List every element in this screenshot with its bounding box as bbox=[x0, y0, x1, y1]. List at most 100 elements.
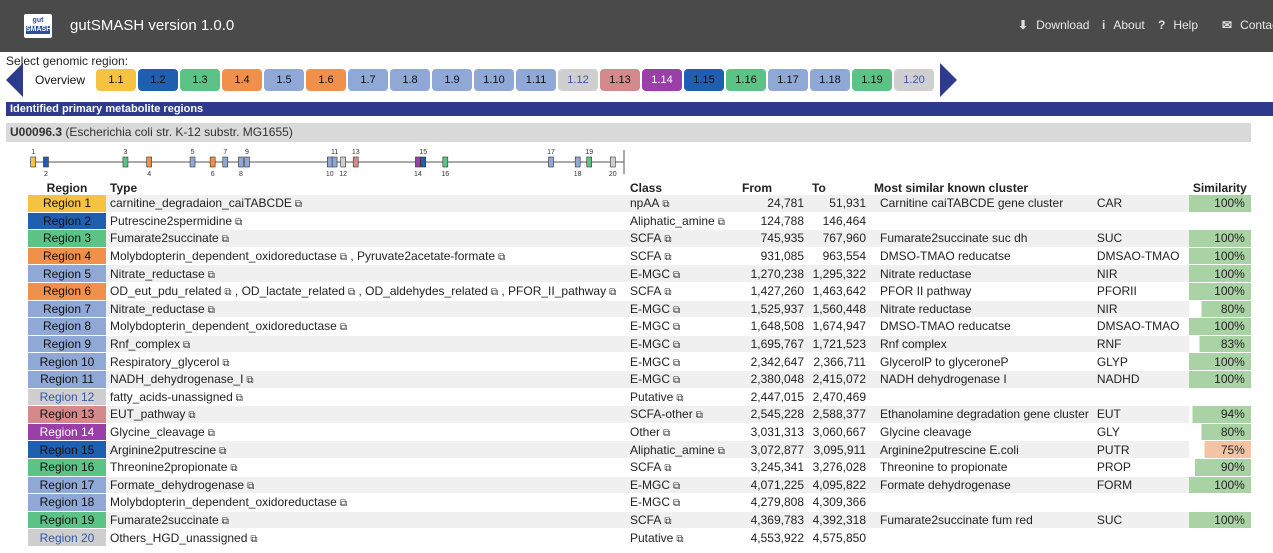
region-label[interactable]: Region 12 bbox=[28, 388, 106, 407]
table-row[interactable]: Region 4 Molybdopterin_dependent_oxidored… bbox=[28, 247, 1251, 266]
region-button-3[interactable]: 1.3 bbox=[180, 69, 221, 91]
type-link[interactable]: Fumarate2succinate bbox=[110, 231, 219, 245]
region-button-15[interactable]: 1.15 bbox=[684, 69, 725, 91]
external-link-icon[interactable]: ⧉ bbox=[183, 340, 190, 351]
external-link-icon[interactable]: ⧉ bbox=[609, 287, 616, 298]
external-link-icon[interactable]: ⧉ bbox=[224, 287, 231, 298]
about-link[interactable]: i About bbox=[1102, 18, 1145, 32]
external-link-icon[interactable]: ⧉ bbox=[340, 322, 347, 333]
external-link-icon[interactable]: ⧉ bbox=[673, 340, 680, 351]
type-link[interactable]: Nitrate_reductase bbox=[110, 267, 205, 281]
table-row[interactable]: Region 17 Formate_dehydrogenase ⧉ E-MGC ⧉ 4,0… bbox=[28, 476, 1251, 495]
table-row[interactable]: Region 19 Fumarate2succinate ⧉ SCFA ⧉ 4,369,7… bbox=[28, 511, 1251, 530]
region-label[interactable]: Region 4 bbox=[28, 247, 106, 266]
table-row[interactable]: Region 18 Molybdopterin_dependent_oxidore… bbox=[28, 494, 1251, 512]
external-link-icon[interactable]: ⧉ bbox=[250, 534, 257, 545]
table-row[interactable]: Region 7 Nitrate_reductase ⧉ E-MGC ⧉ 1,525,93… bbox=[28, 300, 1251, 319]
external-link-icon[interactable]: ⧉ bbox=[208, 428, 215, 439]
type-link[interactable]: Formate_dehydrogenase bbox=[110, 478, 244, 492]
overview-region-marker-19[interactable] bbox=[586, 156, 593, 168]
region-button-14[interactable]: 1.14 bbox=[642, 69, 683, 91]
overview-region-marker-17[interactable] bbox=[548, 156, 554, 168]
type-link[interactable]: Fumarate2succinate bbox=[110, 513, 219, 527]
external-link-icon[interactable]: ⧉ bbox=[696, 410, 703, 421]
region-button-18[interactable]: 1.18 bbox=[810, 69, 851, 91]
overview-region-marker-4[interactable] bbox=[146, 156, 152, 168]
region-label[interactable]: Region 16 bbox=[28, 458, 106, 477]
overview-region-marker-11[interactable] bbox=[331, 156, 338, 168]
external-link-icon[interactable]: ⧉ bbox=[676, 393, 683, 404]
class-link[interactable]: E-MGC bbox=[630, 495, 670, 509]
overview-region-marker-15[interactable] bbox=[420, 156, 427, 168]
overview-region-marker-5[interactable] bbox=[189, 156, 196, 168]
class-link[interactable]: SCFA bbox=[630, 249, 661, 263]
app-logo[interactable]: gut SMASH bbox=[24, 14, 52, 38]
external-link-icon[interactable]: ⧉ bbox=[676, 534, 683, 545]
type-link[interactable]: Threonine2propionate bbox=[110, 460, 227, 474]
overview-region-marker-14[interactable] bbox=[415, 156, 421, 168]
region-button-20[interactable]: 1.20 bbox=[894, 69, 935, 91]
region-label[interactable]: Region 6 bbox=[28, 282, 106, 301]
external-link-icon[interactable]: ⧉ bbox=[230, 463, 237, 474]
external-link-icon[interactable]: ⧉ bbox=[673, 375, 680, 386]
overview-region-marker-12[interactable] bbox=[340, 156, 346, 168]
region-label[interactable]: Region 9 bbox=[28, 335, 106, 354]
external-link-icon[interactable]: ⧉ bbox=[662, 199, 669, 210]
overview-region-marker-8[interactable] bbox=[238, 156, 244, 168]
external-link-icon[interactable]: ⧉ bbox=[718, 446, 725, 457]
region-label[interactable]: Region 7 bbox=[28, 300, 106, 319]
class-link[interactable]: E-MGC bbox=[630, 302, 670, 316]
type-link[interactable]: fatty_acids-unassigned bbox=[110, 390, 233, 404]
external-link-icon[interactable]: ⧉ bbox=[246, 375, 253, 386]
external-link-icon[interactable]: ⧉ bbox=[498, 252, 505, 263]
table-row[interactable]: Region 15 Arginine2putrescine ⧉ Aliphatic_a… bbox=[28, 441, 1251, 459]
overview-region-marker-18[interactable] bbox=[574, 156, 581, 168]
class-link[interactable]: SCFA bbox=[630, 513, 661, 527]
table-row[interactable]: Region 5 Nitrate_reductase ⧉ E-MGC ⧉ 1,270,23… bbox=[28, 265, 1251, 283]
table-row[interactable]: Region 3 Fumarate2succinate ⧉ SCFA ⧉ 745,935 7… bbox=[28, 230, 1251, 248]
region-label[interactable]: Region 14 bbox=[28, 423, 106, 442]
type-link[interactable]: Pyruvate2acetate-formate bbox=[357, 249, 495, 263]
region-button-4[interactable]: 1.4 bbox=[222, 69, 263, 91]
class-link[interactable]: SCFA bbox=[630, 284, 661, 298]
external-link-icon[interactable]: ⧉ bbox=[664, 287, 671, 298]
region-label[interactable]: Region 15 bbox=[28, 441, 106, 459]
previous-region-arrow[interactable] bbox=[6, 63, 23, 97]
table-row[interactable]: Region 14 Glycine_cleavage ⧉ Other ⧉ 3,031,31… bbox=[28, 423, 1251, 442]
region-label[interactable]: Region 20 bbox=[28, 529, 106, 547]
region-label[interactable]: Region 11 bbox=[28, 370, 106, 389]
external-link-icon[interactable]: ⧉ bbox=[295, 199, 302, 210]
external-link-icon[interactable]: ⧉ bbox=[663, 428, 670, 439]
overview-region-marker-1[interactable] bbox=[30, 156, 36, 168]
external-link-icon[interactable]: ⧉ bbox=[664, 516, 671, 527]
region-button-5[interactable]: 1.5 bbox=[264, 69, 305, 91]
region-button-9[interactable]: 1.9 bbox=[432, 69, 473, 91]
region-button-1[interactable]: 1.1 bbox=[96, 69, 137, 91]
table-row[interactable]: Region 16 Threonine2propionate ⧉ SCFA ⧉ 3,245… bbox=[28, 458, 1251, 477]
type-link[interactable]: Putrescine2spermidine bbox=[110, 214, 232, 228]
type-link[interactable]: carnitine_degradaion_caiTABCDE bbox=[110, 196, 292, 210]
overview-region-marker-3[interactable] bbox=[122, 156, 129, 168]
external-link-icon[interactable]: ⧉ bbox=[247, 481, 254, 492]
external-link-icon[interactable]: ⧉ bbox=[208, 270, 215, 281]
type-link[interactable]: Arginine2putrescine bbox=[110, 443, 216, 457]
external-link-icon[interactable]: ⧉ bbox=[236, 393, 243, 404]
table-row[interactable]: Region 1 carnitine_degradaion_caiTABCDE ⧉ n… bbox=[28, 195, 1251, 213]
region-label[interactable]: Region 8 bbox=[28, 318, 106, 336]
table-row[interactable]: Region 10 Respiratory_glycerol ⧉ E-MGC ⧉ 2,34… bbox=[28, 353, 1251, 371]
type-link[interactable]: NADH_dehydrogenase_I bbox=[110, 372, 243, 386]
region-label[interactable]: Region 5 bbox=[28, 265, 106, 283]
class-link[interactable]: Putative bbox=[630, 531, 673, 545]
type-link[interactable]: Others_HGD_unassigned bbox=[110, 531, 247, 545]
region-label[interactable]: Region 10 bbox=[28, 353, 106, 371]
class-link[interactable]: SCFA bbox=[630, 231, 661, 245]
overview-region-marker-20[interactable] bbox=[609, 156, 616, 168]
external-link-icon[interactable]: ⧉ bbox=[235, 217, 242, 228]
external-link-icon[interactable]: ⧉ bbox=[188, 410, 195, 421]
region-label[interactable]: Region 3 bbox=[28, 230, 106, 248]
table-row[interactable]: Region 13 EUT_pathway ⧉ SCFA-other ⧉ 2,545,22… bbox=[28, 406, 1251, 424]
overview-region-marker-6[interactable] bbox=[209, 156, 216, 168]
class-link[interactable]: Aliphatic_amine bbox=[630, 214, 715, 228]
download-link[interactable]: ⬇ Download bbox=[1018, 18, 1089, 32]
region-label[interactable]: Region 1 bbox=[28, 195, 106, 213]
